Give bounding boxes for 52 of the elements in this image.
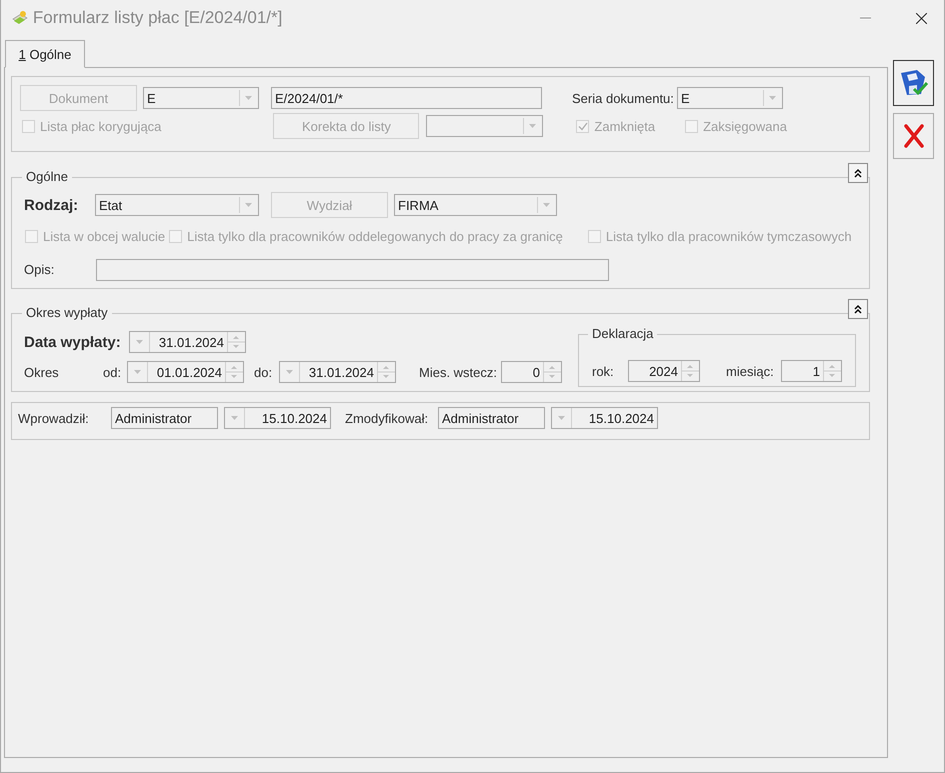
text-field[interactable]: Administrator — [438, 407, 545, 429]
field-label: Wprowadził: — [18, 410, 90, 426]
double-chevron-up-icon — [853, 304, 863, 314]
field-label: Zmodyfikował: — [345, 410, 430, 426]
date-field[interactable]: 01.01.2024 — [127, 361, 244, 383]
date-field[interactable]: 31.01.2024 — [129, 331, 246, 353]
description-field[interactable] — [96, 258, 609, 280]
collapse-button[interactable] — [848, 299, 868, 319]
date-field[interactable]: 15.10.2024 — [551, 407, 658, 429]
spin-buttons[interactable] — [823, 361, 841, 381]
spin-buttons[interactable] — [681, 361, 699, 381]
field-label: Seria dokumentu: — [572, 90, 675, 106]
collapse-button[interactable] — [848, 163, 868, 183]
field-label: Opis: — [24, 262, 56, 277]
close-icon — [902, 124, 924, 148]
tab[interactable]: 1 Ogólne — [5, 40, 85, 68]
field-label: Data wypłaty: — [24, 334, 122, 350]
field-label: Rodzaj: — [24, 196, 80, 214]
spin-buttons[interactable] — [227, 332, 245, 352]
spin-field[interactable]: 1 — [781, 360, 842, 382]
field-label: miesiąc: — [726, 364, 775, 378]
checkmark-icon — [578, 122, 588, 130]
field-label: do: — [254, 364, 274, 380]
combo-box[interactable]: E — [143, 87, 259, 109]
text-field[interactable]: Administrator — [111, 407, 218, 429]
field-label: rok: — [592, 364, 615, 378]
double-chevron-up-icon — [853, 168, 863, 178]
close-icon — [916, 12, 927, 24]
save-button[interactable] — [893, 60, 934, 106]
field-label: od: — [103, 364, 122, 380]
combo-box[interactable] — [426, 115, 544, 137]
minimize-icon — [860, 17, 871, 19]
combo-box[interactable]: Etat — [95, 194, 259, 216]
spin-buttons[interactable] — [225, 362, 243, 382]
document-icon — [11, 10, 29, 26]
spin-field[interactable]: 0 — [501, 361, 562, 383]
spin-buttons[interactable] — [377, 362, 395, 382]
text-field[interactable]: E/2024/01/* — [271, 87, 542, 109]
cancel-button[interactable] — [893, 113, 934, 159]
floppy-disk-check-icon — [898, 69, 928, 97]
group-title: Ogólne — [22, 169, 72, 185]
group-title: Okres wypłaty — [22, 305, 112, 321]
combo-box[interactable]: FIRMA — [394, 194, 557, 216]
field-label: Okres — [24, 364, 60, 380]
spin-buttons[interactable] — [543, 362, 561, 382]
field-label: Mies. wstecz: — [419, 364, 498, 380]
date-field[interactable]: 15.10.2024 — [224, 407, 331, 429]
spin-field[interactable]: 2024 — [628, 360, 700, 382]
combo-box[interactable]: E — [677, 87, 783, 109]
window-title: Formularz listy płac [E/2024/01/*] — [32, 8, 282, 28]
group-title: Deklaracja — [588, 326, 658, 342]
date-field[interactable]: 31.01.2024 — [279, 361, 396, 383]
